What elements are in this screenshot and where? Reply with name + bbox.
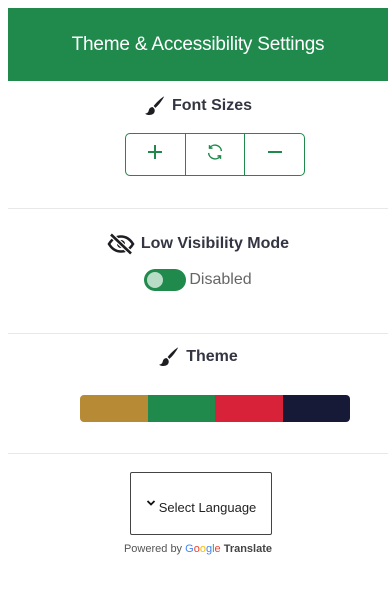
theme-swatch-green[interactable]: [147, 395, 215, 422]
theme-swatches: [80, 395, 350, 422]
chevron-down-icon: [146, 496, 156, 511]
font-sizes-section: Font Sizes: [8, 95, 388, 117]
google-logo[interactable]: Google: [185, 543, 221, 555]
theme-swatch-navy[interactable]: [282, 395, 350, 422]
divider: [8, 208, 388, 209]
powered-by-text: Powered by: [123, 543, 183, 555]
theme-section: Theme: [8, 346, 388, 368]
eye-slash-icon: [107, 233, 135, 255]
refresh-icon: [204, 141, 226, 168]
theme-swatch-gold[interactable]: [80, 395, 148, 422]
toggle-knob: [147, 272, 164, 288]
font-increase-button[interactable]: [126, 134, 186, 175]
powered-by-google-translate: Powered by Google Translate: [8, 543, 388, 555]
low-visibility-section: Low Visibility Mode Disabled: [8, 233, 388, 291]
plus-icon: [146, 143, 164, 166]
theme-swatch-red[interactable]: [215, 395, 283, 422]
translate-text: Translate: [223, 543, 273, 555]
paintbrush-icon: [158, 346, 180, 368]
font-sizes-title: Font Sizes: [171, 97, 252, 114]
language-select-label: Select Language: [158, 500, 257, 515]
panel-header: Theme & Accessibility Settings: [8, 8, 388, 81]
panel-title: Theme & Accessibility Settings: [71, 33, 325, 55]
font-reset-button[interactable]: [186, 134, 246, 175]
divider: [8, 453, 388, 454]
paintbrush-icon: [144, 95, 166, 117]
theme-title: Theme: [186, 348, 238, 365]
divider: [8, 333, 388, 334]
font-decrease-button[interactable]: [245, 134, 304, 175]
low-visibility-toggle[interactable]: [144, 269, 187, 291]
font-size-controls: [125, 133, 305, 176]
minus-icon: [266, 143, 284, 166]
settings-panel: Theme & Accessibility Settings Font Size…: [8, 8, 388, 580]
low-visibility-title: Low Visibility Mode: [140, 235, 290, 252]
toggle-status: Disabled: [189, 271, 252, 288]
language-select[interactable]: Select Language: [130, 472, 272, 535]
